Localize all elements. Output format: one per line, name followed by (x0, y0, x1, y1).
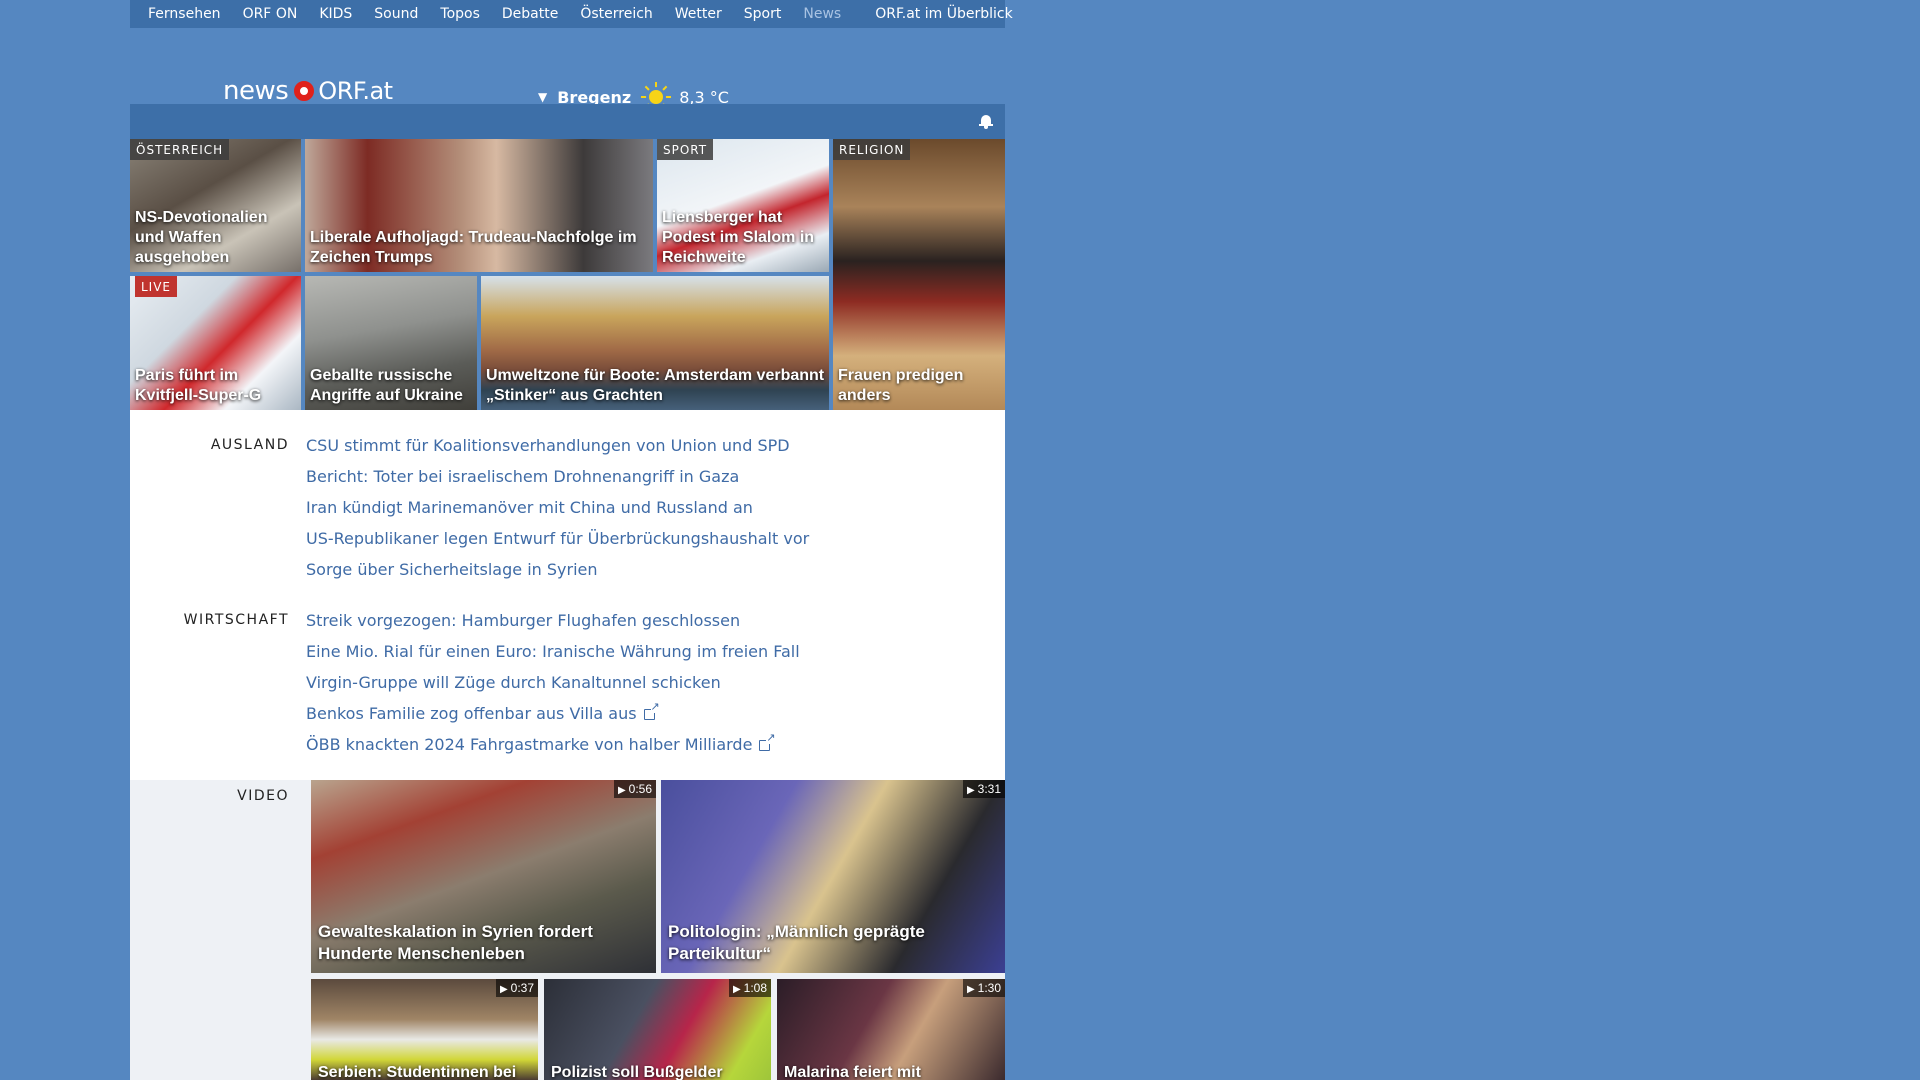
play-icon: ▶ (732, 984, 741, 995)
headline-link[interactable]: Bericht: Toter bei israelischem Drohnena… (306, 467, 739, 486)
logo-news-text: news (223, 76, 289, 106)
section-label[interactable]: WIRTSCHAFT (184, 605, 289, 636)
list-item: Streik vorgezogen: Hamburger Flughafen g… (306, 605, 926, 636)
headline-link[interactable]: Virgin-Gruppe will Züge durch Kanaltunne… (306, 673, 721, 692)
play-icon: ▶ (617, 785, 626, 796)
nav-oesterreich[interactable]: Österreich (580, 6, 652, 22)
site-header: news ORF.at ▼ Bregenz 8,3 °C (130, 28, 1005, 112)
nav-fernsehen[interactable]: Fernsehen (148, 6, 221, 22)
teaser-tile[interactable]: Umweltzone für Boote: Amsterdam verbannt… (481, 276, 829, 410)
video-duration: ▶ 0:56 (613, 780, 656, 798)
nav-orf-on[interactable]: ORF ON (243, 6, 298, 22)
video-caption: Polizist soll Bußgelder (551, 1064, 723, 1080)
teaser-caption: Frauen predigen anders (838, 367, 964, 404)
external-link-icon (759, 732, 775, 751)
list-item: Iran kündigt Marinemanöver mit China und… (306, 492, 926, 523)
video-section: VIDEO ▶ 0:56 Gewalteskalation in Syrien f… (130, 780, 1005, 1080)
list-item: Bericht: Toter bei israelischem Drohnena… (306, 461, 926, 492)
list-item: CSU stimmt für Koalitionsverhandlungen v… (306, 430, 926, 461)
video-tile[interactable]: ▶ 0:37 Serbien: Studentinnen bei (311, 979, 538, 1080)
notification-bar (130, 104, 1005, 139)
headline-list: CSU stimmt für Koalitionsverhandlungen v… (306, 430, 926, 585)
teaser-caption: NS-Devotionalien und Waffen ausgehoben (135, 209, 268, 266)
list-item: US-Republikaner legen Entwurf für Überbr… (306, 523, 926, 554)
video-caption: Gewalteskalation in Syrien fordert Hunde… (318, 922, 593, 963)
nav-wetter[interactable]: Wetter (675, 6, 722, 22)
news-orf-logo[interactable]: news ORF.at (223, 76, 393, 106)
headline-link[interactable]: US-Republikaner legen Entwurf für Überbr… (306, 529, 809, 548)
list-item: ÖBB knackten 2024 Fahrgastmarke von halb… (306, 729, 926, 760)
teaser-caption: Geballte russische Angriffe auf Ukraine (310, 367, 463, 404)
teaser-caption: Liensberger hat Podest im Slalom in Reic… (662, 209, 815, 266)
video-duration: ▶ 1:30 (962, 979, 1005, 997)
bell-icon[interactable] (979, 113, 993, 129)
video-tile[interactable]: ▶ 3:31 Politologin: „Männlich geprägte Pa… (661, 780, 1005, 973)
list-item: Benkos Familie zog offenbar aus Villa au… (306, 698, 926, 729)
video-duration: ▶ 3:31 (962, 780, 1005, 798)
nav-kids[interactable]: KIDS (319, 6, 352, 22)
nav-overview[interactable]: ORF.at im Überblick (875, 6, 1012, 22)
teaser-caption: Liberale Aufholjagd: Trudeau-Nachfolge i… (310, 229, 637, 266)
page: Fernsehen ORF ON KIDS Sound Topos Debatt… (130, 0, 1013, 1080)
video-caption: Politologin: „Männlich geprägte Parteiku… (668, 922, 925, 963)
teaser-tile[interactable]: LIVE Paris führt im Kvitfjell-Super-G (130, 276, 301, 410)
nav-news[interactable]: News (803, 6, 841, 22)
list-item: Eine Mio. Rial für einen Euro: Iranische… (306, 636, 926, 667)
category-badge: SPORT (657, 139, 714, 160)
teaser-caption: Umweltzone für Boote: Amsterdam verbannt… (486, 367, 825, 404)
nav-sport[interactable]: Sport (744, 6, 782, 22)
list-item: Virgin-Gruppe will Züge durch Kanaltunne… (306, 667, 926, 698)
list-item: Sorge über Sicherheitslage in Syrien (306, 554, 926, 585)
teaser-tile[interactable]: SPORT Liensberger hat Podest im Slalom i… (657, 139, 829, 272)
category-badge: RELIGION (833, 139, 911, 160)
section-label[interactable]: AUSLAND (211, 430, 289, 461)
category-badge: ÖSTERREICH (130, 139, 230, 160)
video-duration: ▶ 1:08 (728, 979, 771, 997)
section-label[interactable]: VIDEO (237, 788, 289, 804)
top-navigation: Fernsehen ORF ON KIDS Sound Topos Debatt… (130, 0, 1013, 28)
play-icon: ▶ (966, 785, 975, 796)
video-duration: ▶ 0:37 (495, 979, 538, 997)
headline-link[interactable]: Sorge über Sicherheitslage in Syrien (306, 560, 598, 579)
teaser-caption: Paris führt im Kvitfjell-Super-G (135, 367, 262, 404)
nav-debatte[interactable]: Debatte (502, 6, 558, 22)
teaser-tile[interactable]: Liberale Aufholjagd: Trudeau-Nachfolge i… (305, 139, 653, 272)
live-badge: LIVE (135, 276, 178, 297)
headline-link[interactable]: CSU stimmt für Koalitionsverhandlungen v… (306, 436, 790, 455)
video-caption: Serbien: Studentinnen bei (318, 1064, 517, 1080)
headline-link[interactable]: ÖBB knackten 2024 Fahrgastmarke von halb… (306, 735, 752, 754)
teaser-tile[interactable]: ÖSTERREICH NS-Devotionalien und Waffen a… (130, 139, 301, 272)
orf-eye-icon (294, 81, 315, 101)
logo-orf-text: ORF.at (318, 77, 393, 105)
headline-link[interactable]: Benkos Familie zog offenbar aus Villa au… (306, 704, 637, 723)
video-tile[interactable]: ▶ 0:56 Gewalteskalation in Syrien fordert… (311, 780, 656, 973)
teaser-tile[interactable]: RELIGION Frauen predigen anders (833, 139, 1005, 410)
external-link-icon (643, 701, 660, 720)
video-tile[interactable]: ▶ 1:08 Polizist soll Bußgelder (544, 979, 771, 1080)
headline-link[interactable]: Eine Mio. Rial für einen Euro: Iranische… (306, 642, 800, 661)
dropdown-triangle-icon: ▼ (538, 90, 548, 104)
headline-list: Streik vorgezogen: Hamburger Flughafen g… (306, 605, 926, 760)
play-icon: ▶ (966, 984, 975, 995)
headline-link[interactable]: Streik vorgezogen: Hamburger Flughafen g… (306, 611, 740, 630)
headline-link[interactable]: Iran kündigt Marinemanöver mit China und… (306, 498, 753, 517)
nav-sound[interactable]: Sound (374, 6, 418, 22)
nav-topos[interactable]: Topos (440, 6, 479, 22)
video-tile[interactable]: ▶ 1:30 Malarina feiert mit (777, 979, 1005, 1080)
headline-lists: AUSLAND CSU stimmt für Koalitionsverhand… (130, 410, 1005, 780)
play-icon: ▶ (499, 984, 508, 995)
teaser-tile[interactable]: Geballte russische Angriffe auf Ukraine (305, 276, 477, 410)
video-caption: Malarina feiert mit (784, 1064, 921, 1080)
